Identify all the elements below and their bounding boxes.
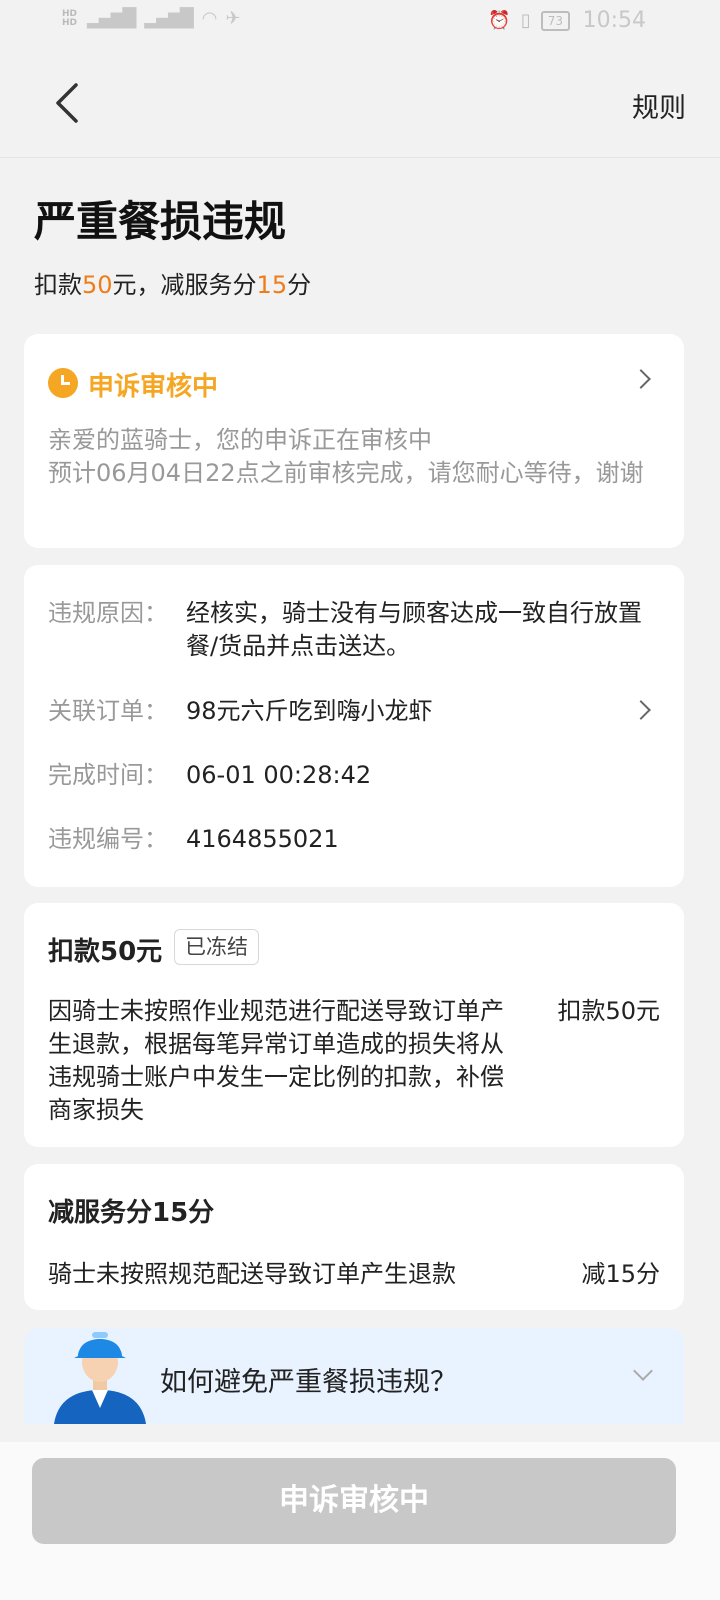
chevron-down-icon[interactable] (633, 1361, 653, 1381)
status-left: HD HD ▂▄▆█ ▂▄▆█ ◠ ✈ (62, 8, 241, 29)
hd-badges: HD HD (62, 9, 78, 28)
summary-text: 元，减服务分 (112, 271, 257, 299)
back-arrow-icon[interactable] (52, 82, 82, 124)
deduction-amount: 扣款50元 (557, 997, 660, 1025)
info-label: 违规编号： (48, 825, 168, 853)
appeal-line: 亲爱的蓝骑士，您的申诉正在审核中 (48, 426, 432, 454)
money-value: 50 (82, 271, 113, 299)
wifi-icon: ◠ (201, 8, 218, 29)
clock: 10:54 (582, 8, 646, 33)
signal-icon: ▂▄▆█ (144, 8, 193, 29)
page-title: 严重餐损违规 (34, 197, 287, 246)
tips-question: 如何避免严重餐损违规？ (160, 1367, 457, 1398)
rules-link[interactable]: 规则 (632, 86, 686, 125)
violation-info-card: 违规原因： 经核实，骑士没有与顾客达成一致自行放置餐/货品并点击送达。 关联订单… (24, 565, 684, 887)
deduction-card: 扣款50元 已冻结 因骑士未按照作业规范进行配送导致订单产生退款，根据每笔异常订… (24, 903, 684, 1147)
deduction-description: 因骑士未按照作业规范进行配送导致订单产生退款，根据每笔异常订单造成的损失将从违规… (48, 997, 504, 1124)
score-title: 减服务分15分 (48, 1198, 215, 1228)
info-label: 完成时间： (48, 761, 168, 789)
appeal-line: 预计06月04日22点之前审核完成，请您耐心等待，谢谢 (48, 459, 644, 487)
score-value: 15 (256, 271, 288, 299)
battery-icon: 73 (540, 10, 570, 31)
appeal-message: 亲爱的蓝骑士，您的申诉正在审核中 预计06月04日22点之前审核完成，请您耐心等… (48, 424, 648, 490)
frozen-badge: 已冻结 (174, 929, 259, 965)
vibrate-icon: ▯ (520, 10, 531, 31)
info-label: 违规原因： (48, 599, 168, 627)
avoid-violation-tips[interactable]: 如何避免严重餐损违规？ (24, 1328, 684, 1424)
info-value: 4164855021 (186, 825, 339, 853)
score-deduction-card: 减服务分15分 骑士未按照规范配送导致订单产生退款 减15分 (24, 1164, 684, 1310)
appeal-status-card[interactable]: 申诉审核中 亲爱的蓝骑士，您的申诉正在审核中 预计06月04日22点之前审核完成… (24, 334, 684, 548)
summary-text: 分 (287, 271, 312, 299)
info-label: 关联订单： (48, 697, 168, 725)
summary-text: 扣款 (34, 271, 82, 299)
alarm-icon: ⏰ (488, 10, 511, 31)
chevron-right-icon[interactable] (631, 369, 651, 389)
bottom-action-bar: 申诉审核中 (0, 1442, 720, 1600)
info-value: 经核实，骑士没有与顾客达成一致自行放置餐/货品并点击送达。 (186, 599, 642, 660)
clock-icon (48, 368, 78, 398)
appeal-reviewing-button[interactable]: 申诉审核中 (32, 1458, 676, 1544)
deduction-title: 扣款50元 (48, 937, 163, 967)
score-amount: 减15分 (581, 1260, 660, 1288)
hd-badge: HD (62, 17, 78, 28)
order-link[interactable]: 98元六斤吃到嗨小龙虾 (186, 695, 666, 728)
signal-icon: ▂▄▆█ (87, 8, 136, 29)
status-bar: HD HD ▂▄▆█ ▂▄▆█ ◠ ✈ ⏰ ▯ 73 10:54 (0, 0, 720, 50)
airplane-icon: ✈ (225, 8, 240, 29)
score-reason: 骑士未按照规范配送导致订单产生退款 (48, 1260, 456, 1288)
status-right: ⏰ ▯ 73 (488, 10, 570, 31)
nav-header: 规则 (0, 60, 720, 158)
info-value: 06-01 00:28:42 (186, 761, 372, 789)
rider-avatar-icon (54, 1332, 146, 1424)
appeal-status-title: 申诉审核中 (88, 372, 219, 402)
penalty-summary: 扣款50元，减服务分15分 (34, 265, 311, 300)
